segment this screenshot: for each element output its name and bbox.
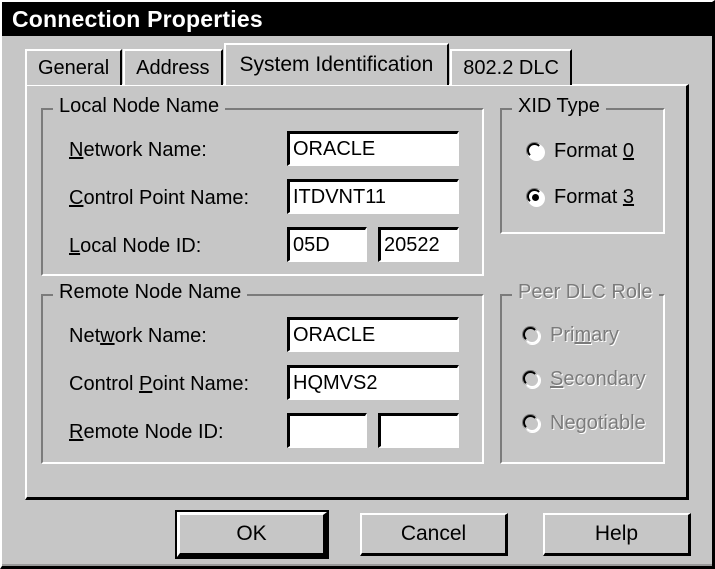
remote-network-name-label-pre: Net [69,325,101,347]
radio-peer-secondary-label: Secondary [550,368,646,391]
connection-properties-dialog: Connection Properties General Address Sy… [0,0,715,569]
remote-control-point-label-post: oint Name: [152,373,250,395]
radio-peer-primary-label: Primary [550,324,619,347]
local-node-id-input-1[interactable]: 05D [287,227,367,262]
local-node-id-label-post: ocal Node ID: [80,235,202,257]
group-xid-type-title: XID Type [512,95,606,118]
radio-xid-format-0-label: Format 0 [554,140,634,163]
remote-network-name-label: Network Name: [69,325,207,348]
radio-icon-negotiable [523,415,540,432]
remote-control-point-name-label: Control Point Name: [69,373,249,396]
local-network-name-accel: N [69,139,84,161]
tab-address-label: Address [136,56,210,79]
radio-peer-negotiable-label: Negotiable [550,412,646,435]
cancel-button-label: Cancel [400,522,467,545]
local-node-id-label: Local Node ID: [69,235,201,258]
remote-network-name-label-post: ork Name: [114,325,207,347]
radio-peer-primary-accel: m [574,324,592,346]
remote-network-name-input[interactable]: ORACLE [287,317,459,352]
radio-xid-format-3[interactable]: Format 3 [527,186,634,209]
radio-peer-primary-label-pre: Pri [550,324,575,346]
tab-system-identification[interactable]: System Identification [223,43,450,85]
local-control-point-label-post: ontrol Point Name: [83,187,250,209]
radio-peer-negotiable-label-pre: Ne [550,412,576,434]
radio-icon-format-3 [527,189,544,206]
group-peer-dlc-role-title: Peer DLC Role [512,281,659,304]
tab-general[interactable]: General [25,49,123,85]
local-control-point-name-value: ITDVNT11 [293,185,386,208]
local-node-id-accel: L [69,235,81,257]
local-node-id-input-2[interactable]: 20522 [378,227,459,262]
group-xid-type-frame [500,108,665,234]
radio-peer-negotiable: Negotiable [523,412,646,435]
group-local-node-name-title: Local Node Name [53,95,226,118]
radio-icon-primary [523,327,540,344]
radio-icon-format-0 [527,143,544,160]
radio-icon-secondary [523,371,540,388]
radio-peer-negotiable-accel: g [575,412,587,434]
local-control-point-name-input[interactable]: ITDVNT11 [287,179,459,214]
remote-control-point-label-pre: Control [69,373,140,395]
local-network-name-label: Network Name: [69,139,207,162]
radio-xid-format-3-label: Format 3 [554,186,634,209]
group-remote-node-name-title: Remote Node Name [53,281,248,304]
tab-802-2-dlc[interactable]: 802.2 DLC [450,49,572,85]
radio-peer-negotiable-label-post: otiable [586,412,646,434]
local-network-name-input[interactable]: ORACLE [287,131,459,166]
radio-xid-format-3-label-pre: Format [554,186,623,208]
group-peer-dlc-role: Peer DLC Role Primary Secondary Negotiab… [500,281,665,464]
cancel-button[interactable]: Cancel [360,513,508,556]
window-title: Connection Properties [12,5,263,32]
remote-node-id-input-2[interactable] [378,413,459,448]
radio-xid-format-3-accel: 3 [622,186,635,208]
radio-xid-format-0-label-pre: Format [554,140,623,162]
radio-xid-format-0-accel: 0 [622,140,635,162]
local-control-point-accel: C [69,187,84,209]
help-button[interactable]: Help [543,513,691,556]
group-local-node-name: Local Node Name Network Name: ORACLE Con… [41,95,484,276]
radio-selected-dot-format-3 [532,194,539,201]
help-button-label: Help [594,522,639,545]
local-network-name-value: ORACLE [293,137,376,160]
radio-peer-primary: Primary [523,324,619,347]
tab-strip: General Address System Identification 80… [25,43,573,85]
group-xid-type: XID Type Format 0 Format 3 [500,95,665,234]
radio-xid-format-0[interactable]: Format 0 [527,140,634,163]
radio-peer-secondary-label-post: econdary [563,368,646,390]
local-network-name-label-post: etwork Name: [83,139,207,161]
group-remote-node-name: Remote Node Name Network Name: ORACLE Co… [41,281,484,464]
remote-node-id-accel: R [69,421,84,443]
ok-button-label: OK [236,522,267,545]
remote-network-name-accel: w [100,325,115,347]
tab-panel-system-identification: Local Node Name Network Name: ORACLE Con… [25,84,689,500]
remote-control-point-name-input[interactable]: HQMVS2 [287,365,459,400]
local-control-point-name-label: Control Point Name: [69,187,249,210]
radio-peer-secondary: Secondary [523,368,646,391]
remote-node-id-label: Remote Node ID: [69,421,224,444]
local-node-id-value-2: 20522 [384,233,440,256]
ok-button[interactable]: OK [175,510,329,559]
remote-node-id-label-post: emote Node ID: [83,421,224,443]
tab-address[interactable]: Address [123,49,223,85]
tab-general-label: General [38,56,110,79]
tab-802-2-dlc-label: 802.2 DLC [463,56,559,79]
remote-control-point-name-value: HQMVS2 [293,371,378,394]
remote-control-point-accel: P [139,373,153,395]
remote-node-id-input-1[interactable] [287,413,367,448]
remote-network-name-value: ORACLE [293,323,376,346]
radio-peer-primary-label-post: ary [591,324,619,346]
dialog-bottom-rule [2,564,712,566]
local-node-id-value-1: 05D [293,233,330,256]
tab-system-identification-label: System Identification [239,53,434,76]
title-bar[interactable]: Connection Properties [2,2,712,36]
radio-peer-secondary-accel: S [550,368,564,390]
